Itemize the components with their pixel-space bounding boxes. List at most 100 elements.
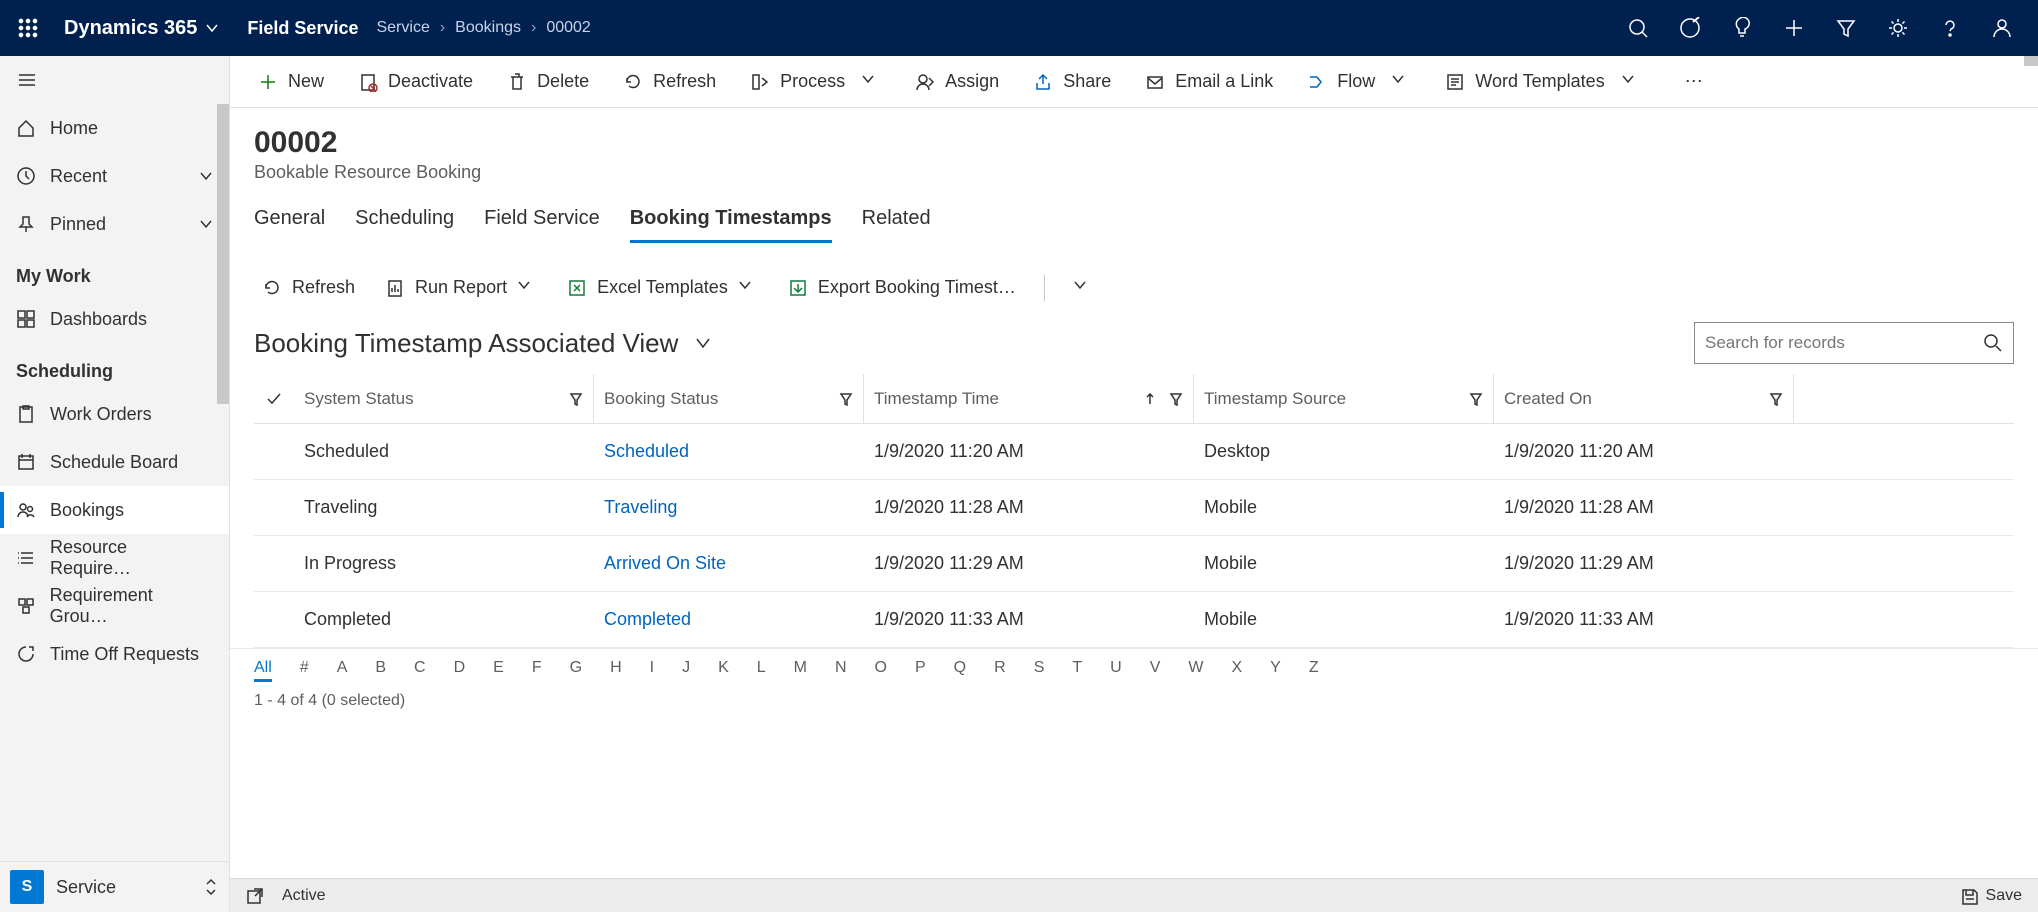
deactivate-button[interactable]: Deactivate bbox=[346, 65, 485, 98]
sidebar-item-pinned[interactable]: Pinned bbox=[0, 200, 229, 248]
sidebar-item-recent[interactable]: Recent bbox=[0, 152, 229, 200]
filter-icon[interactable] bbox=[1469, 392, 1483, 406]
plus-icon[interactable] bbox=[1768, 0, 1820, 56]
run-report-button[interactable]: Run Report bbox=[377, 273, 545, 302]
new-button[interactable]: New bbox=[246, 65, 336, 98]
email-link-button[interactable]: Email a Link bbox=[1133, 65, 1285, 98]
word-templates-button[interactable]: Word Templates bbox=[1433, 65, 1652, 98]
alpha-index-item[interactable]: H bbox=[610, 659, 622, 682]
alpha-index-item[interactable]: U bbox=[1110, 659, 1122, 682]
search-box[interactable] bbox=[1694, 322, 2014, 364]
brand-name[interactable]: Dynamics 365 bbox=[46, 17, 229, 40]
alpha-index-item[interactable]: All bbox=[254, 659, 272, 682]
tab-field-service[interactable]: Field Service bbox=[484, 207, 600, 243]
column-header-timestamp-time[interactable]: Timestamp Time bbox=[864, 374, 1194, 423]
alpha-index-item[interactable]: M bbox=[794, 659, 807, 682]
column-header-system-status[interactable]: System Status bbox=[294, 374, 594, 423]
alpha-index-item[interactable]: N bbox=[835, 659, 847, 682]
column-header-created-on[interactable]: Created On bbox=[1494, 374, 1794, 423]
tab-booking-timestamps[interactable]: Booking Timestamps bbox=[630, 207, 832, 243]
excel-templates-button[interactable]: Excel Templates bbox=[559, 273, 766, 302]
alpha-index-item[interactable]: C bbox=[414, 659, 426, 682]
lightbulb-icon[interactable] bbox=[1716, 0, 1768, 56]
filter-icon[interactable] bbox=[1169, 392, 1183, 406]
area-name[interactable]: Field Service bbox=[229, 18, 376, 39]
select-all-checkbox[interactable] bbox=[254, 391, 294, 407]
alpha-index-item[interactable]: T bbox=[1072, 659, 1082, 682]
view-selector[interactable]: Booking Timestamp Associated View bbox=[254, 328, 712, 359]
save-button[interactable]: Save bbox=[1960, 887, 2022, 905]
alpha-index-item[interactable]: Q bbox=[954, 659, 966, 682]
scrollbar[interactable] bbox=[2024, 56, 2038, 66]
table-row[interactable]: In ProgressArrived On Site1/9/2020 11:29… bbox=[254, 536, 2014, 592]
alpha-index-item[interactable]: O bbox=[875, 659, 887, 682]
alpha-index-item[interactable]: W bbox=[1188, 659, 1203, 682]
process-button[interactable]: Process bbox=[738, 65, 893, 98]
task-icon[interactable] bbox=[1664, 0, 1716, 56]
alpha-index-item[interactable]: S bbox=[1034, 659, 1045, 682]
flow-button[interactable]: Flow bbox=[1295, 65, 1423, 98]
alpha-index-item[interactable]: Z bbox=[1309, 659, 1319, 682]
tab-related[interactable]: Related bbox=[862, 207, 931, 243]
sidebar-item-requirement-groups[interactable]: Requirement Grou… bbox=[0, 582, 229, 630]
app-launcher-icon[interactable] bbox=[10, 10, 46, 46]
table-row[interactable]: TravelingTraveling1/9/2020 11:28 AMMobil… bbox=[254, 480, 2014, 536]
alpha-index-item[interactable]: R bbox=[994, 659, 1006, 682]
table-row[interactable]: ScheduledScheduled1/9/2020 11:20 AMDeskt… bbox=[254, 424, 2014, 480]
sidebar-item-time-off[interactable]: Time Off Requests bbox=[0, 630, 229, 678]
alpha-index-item[interactable]: E bbox=[493, 659, 504, 682]
alpha-index-item[interactable]: J bbox=[682, 659, 690, 682]
filter-icon[interactable] bbox=[1820, 0, 1872, 56]
alpha-index-item[interactable]: A bbox=[337, 659, 348, 682]
alpha-index-item[interactable]: F bbox=[532, 659, 542, 682]
column-header-booking-status[interactable]: Booking Status bbox=[594, 374, 864, 423]
more-subgrid-button[interactable] bbox=[1065, 274, 1101, 302]
delete-button[interactable]: Delete bbox=[495, 65, 601, 98]
alpha-index-item[interactable]: Y bbox=[1270, 659, 1281, 682]
refresh-button[interactable]: Refresh bbox=[611, 65, 728, 98]
cell-booking-status[interactable]: Scheduled bbox=[594, 441, 864, 462]
alpha-index-item[interactable]: K bbox=[718, 659, 729, 682]
cell-booking-status[interactable]: Arrived On Site bbox=[594, 553, 864, 574]
alpha-index-item[interactable]: I bbox=[650, 659, 654, 682]
share-button[interactable]: Share bbox=[1021, 65, 1123, 98]
subgrid-refresh-button[interactable]: Refresh bbox=[254, 273, 363, 302]
table-row[interactable]: CompletedCompleted1/9/2020 11:33 AMMobil… bbox=[254, 592, 2014, 648]
sidebar-item-dashboards[interactable]: Dashboards bbox=[0, 295, 229, 343]
filter-icon[interactable] bbox=[569, 392, 583, 406]
popout-icon[interactable] bbox=[246, 887, 264, 905]
filter-icon[interactable] bbox=[1769, 392, 1783, 406]
area-switcher[interactable]: S Service bbox=[0, 861, 229, 912]
sidebar-toggle[interactable] bbox=[0, 56, 229, 104]
alpha-index-item[interactable]: D bbox=[454, 659, 466, 682]
breadcrumb-item[interactable]: Service bbox=[376, 19, 429, 37]
cell-booking-status[interactable]: Completed bbox=[594, 609, 864, 630]
help-icon[interactable] bbox=[1924, 0, 1976, 56]
column-header-timestamp-source[interactable]: Timestamp Source bbox=[1194, 374, 1494, 423]
alpha-index-item[interactable]: P bbox=[915, 659, 926, 682]
alpha-index-item[interactable]: L bbox=[757, 659, 766, 682]
breadcrumb-item[interactable]: Bookings bbox=[455, 19, 521, 37]
alpha-index-item[interactable]: B bbox=[375, 659, 386, 682]
sidebar-item-bookings[interactable]: Bookings bbox=[0, 486, 229, 534]
sidebar-item-resource-requirements[interactable]: Resource Require… bbox=[0, 534, 229, 582]
sidebar-item-home[interactable]: Home bbox=[0, 104, 229, 152]
tab-general[interactable]: General bbox=[254, 207, 325, 243]
export-button[interactable]: Export Booking Timest… bbox=[780, 273, 1024, 302]
search-input[interactable] bbox=[1705, 333, 1983, 353]
tab-scheduling[interactable]: Scheduling bbox=[355, 207, 454, 243]
more-commands-button[interactable]: ⋯ bbox=[1673, 65, 1717, 98]
search-icon[interactable] bbox=[1612, 0, 1664, 56]
assign-button[interactable]: Assign bbox=[903, 65, 1011, 98]
alpha-index-item[interactable]: V bbox=[1150, 659, 1161, 682]
filter-icon[interactable] bbox=[839, 392, 853, 406]
sidebar-item-schedule-board[interactable]: Schedule Board bbox=[0, 438, 229, 486]
alpha-index-item[interactable]: G bbox=[570, 659, 582, 682]
alpha-index-item[interactable]: # bbox=[300, 659, 309, 682]
user-icon[interactable] bbox=[1976, 0, 2028, 56]
alpha-index-item[interactable]: X bbox=[1231, 659, 1242, 682]
breadcrumb-item[interactable]: 00002 bbox=[546, 19, 591, 37]
gear-icon[interactable] bbox=[1872, 0, 1924, 56]
cell-booking-status[interactable]: Traveling bbox=[594, 497, 864, 518]
sidebar-item-work-orders[interactable]: Work Orders bbox=[0, 390, 229, 438]
